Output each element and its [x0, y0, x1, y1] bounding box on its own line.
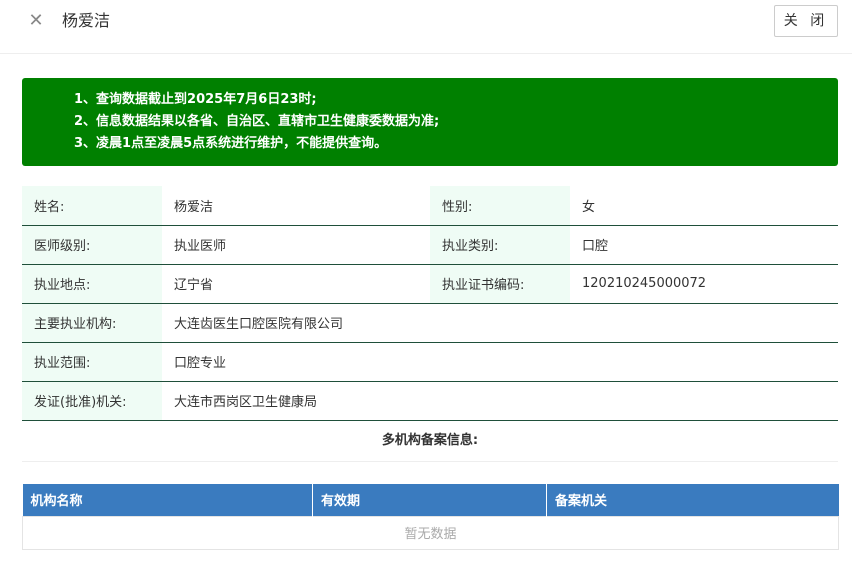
multi-org-title: 多机构备案信息:: [22, 424, 838, 462]
info-row-name: 姓名: 杨爱洁 性别: 女: [22, 186, 838, 226]
name-value: 杨爱洁: [162, 186, 430, 226]
category-value: 口腔: [570, 225, 838, 265]
notice-line-2: 2、信息数据结果以各省、自治区、直辖市卫生健康委数据为准;: [74, 114, 440, 129]
column-header-org-name[interactable]: 机构名称: [22, 484, 313, 516]
location-value: 辽宁省: [162, 264, 430, 304]
gender-value: 女: [570, 186, 838, 226]
info-row-scope: 执业范围: 口腔专业: [22, 342, 838, 382]
info-row-location: 执业地点: 辽宁省 执业证书编码: 120210245000072: [22, 264, 838, 304]
column-header-registrar[interactable]: 备案机关: [546, 484, 839, 516]
notice-banner: 1、查询数据截止到2025年7月6日23时; 2、信息数据结果以各省、自治区、直…: [22, 78, 838, 166]
name-label: 姓名:: [22, 186, 162, 226]
multi-org-table: 机构名称 有效期 备案机关 暂无数据: [22, 484, 839, 550]
close-button[interactable]: 关 闭: [774, 5, 838, 37]
column-header-validity[interactable]: 有效期: [312, 484, 547, 516]
cert-label: 执业证书编码:: [430, 264, 570, 304]
info-row-issuer: 发证(批准)机关: 大连市西岗区卫生健康局: [22, 381, 838, 421]
org-value: 大连齿医生口腔医院有限公司: [162, 303, 838, 343]
cert-value: 120210245000072: [570, 264, 838, 304]
scope-value: 口腔专业: [162, 342, 838, 382]
doctor-info-table: 姓名: 杨爱洁 性别: 女 医师级别: 执业医师 执业类别: 口腔 执业地点: …: [22, 186, 838, 421]
issuer-value: 大连市西岗区卫生健康局: [162, 381, 838, 421]
empty-row: 暂无数据: [22, 515, 839, 550]
location-label: 执业地点:: [22, 264, 162, 304]
category-label: 执业类别:: [430, 225, 570, 265]
level-label: 医师级别:: [22, 225, 162, 265]
dialog-header: ✕ 杨爱洁 关 闭: [0, 0, 852, 54]
empty-text: 暂无数据: [22, 515, 839, 550]
org-label: 主要执业机构:: [22, 303, 162, 343]
gender-label: 性别:: [430, 186, 570, 226]
dialog-title: 杨爱洁: [62, 11, 111, 30]
notice-line-1: 1、查询数据截止到2025年7月6日23时;: [74, 92, 317, 107]
info-row-org: 主要执业机构: 大连齿医生口腔医院有限公司: [22, 303, 838, 343]
issuer-label: 发证(批准)机关:: [22, 381, 162, 421]
close-icon[interactable]: ✕: [26, 11, 46, 31]
scope-label: 执业范围:: [22, 342, 162, 382]
notice-line-3: 3、凌晨1点至凌晨5点系统进行维护，不能提供查询。: [74, 136, 388, 151]
info-row-level: 医师级别: 执业医师 执业类别: 口腔: [22, 225, 838, 265]
level-value: 执业医师: [162, 225, 430, 265]
multi-org-header-row: 机构名称 有效期 备案机关: [22, 484, 839, 516]
